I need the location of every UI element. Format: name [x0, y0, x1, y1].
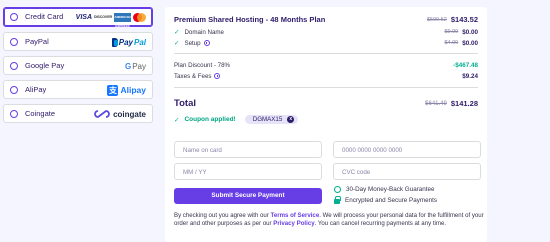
radio-icon[interactable] [10, 38, 18, 46]
coupon-row: ✓ Coupon applied! DGMAX15 x [174, 115, 478, 124]
alipay-logo-text: Alipay [120, 85, 146, 95]
payment-method-alipay[interactable]: AliPay 支 Alipay [3, 80, 153, 99]
coupon-applied-text: Coupon applied! [184, 116, 236, 123]
info-icon[interactable] [214, 73, 221, 79]
radio-icon[interactable] [10, 110, 18, 118]
divider [174, 53, 478, 54]
lock-icon [334, 196, 341, 204]
submit-payment-button[interactable]: Submit Secure Payment [174, 188, 322, 204]
discover-logo: DISCOVER [94, 15, 112, 19]
feature-price: $0.00 [462, 39, 478, 47]
payment-method-label: Google Pay [25, 61, 65, 70]
discount-value: -$467.48 [453, 62, 478, 69]
radio-selected-icon[interactable] [10, 13, 18, 21]
secure-label: Encrypted and Secure Payments [345, 197, 438, 204]
payment-method-label: Credit Card [25, 12, 64, 21]
checkout-page: Credit Card VISA DISCOVER AMERICAN EXPRE… [0, 0, 550, 242]
paypal-logo-text: Pay [118, 37, 133, 47]
paypal-logo-text: Pal [133, 37, 146, 47]
coupon-code-badge: DGMAX15 x [244, 115, 299, 124]
feature-label: Setup [184, 40, 201, 47]
privacy-policy-link[interactable]: Privacy Policy [273, 220, 314, 227]
card-logos: VISA DISCOVER AMERICAN EXPRESS [75, 11, 146, 28]
taxes-row: Taxes & Fees $9.24 [174, 73, 478, 80]
feature-label: Domain Name [184, 29, 224, 36]
secure-payments: Encrypted and Secure Payments [334, 196, 438, 204]
expiry-input[interactable]: MM / YY [174, 163, 322, 180]
paypal-logo: Pay Pal [111, 36, 146, 48]
google-pay-logo: G Pay [125, 60, 146, 72]
payment-method-credit-card[interactable]: Credit Card VISA DISCOVER AMERICAN EXPRE… [3, 7, 153, 28]
order-summary-panel: Premium Shared Hosting - 48 Months Plan … [165, 7, 487, 242]
feature-old-price: $4.99 [444, 40, 459, 46]
plan-row: Premium Shared Hosting - 48 Months Plan … [174, 15, 478, 24]
name-on-card-input[interactable]: Name on card [174, 141, 322, 158]
guarantee-label: 30-Day Money-Back Guarantee [346, 186, 435, 193]
radio-icon[interactable] [10, 62, 18, 70]
discount-row: Plan Discount - 78% -$467.48 [174, 62, 478, 69]
paypal-mark-icon [111, 37, 118, 47]
check-icon: ✓ [174, 40, 180, 47]
payment-method-label: PayPal [25, 37, 49, 46]
legal-text-part: By checking out you agree with our [174, 212, 271, 219]
plan-title: Premium Shared Hosting - 48 Months Plan [174, 15, 326, 24]
visa-logo: VISA [75, 13, 93, 21]
total-old-price: $641.49 [425, 100, 447, 107]
alipay-logo: 支 Alipay [107, 84, 146, 96]
feature-row-domain: ✓ Domain Name $9.99 $0.00 [174, 28, 478, 37]
plan-old-price: $599.52 [426, 16, 447, 23]
cvc-input[interactable]: CVC code [333, 163, 481, 180]
total-price: $141.28 [450, 99, 478, 108]
feature-old-price: $9.99 [444, 29, 459, 35]
remove-coupon-icon[interactable]: x [287, 116, 295, 123]
coupon-code: DGMAX15 [252, 116, 283, 123]
mastercard-logo [133, 12, 146, 22]
taxes-value: $9.24 [462, 73, 478, 80]
info-icon[interactable] [203, 40, 210, 46]
amex-logo: AMERICAN EXPRESS [114, 12, 131, 28]
feature-row-setup: ✓ Setup $4.99 $0.00 [174, 39, 478, 48]
radio-icon[interactable] [10, 86, 18, 94]
legal-text-part: . You can cancel recurring payments at a… [314, 220, 447, 228]
check-icon: ✓ [174, 116, 180, 124]
check-icon: ✓ [174, 29, 180, 36]
discount-label: Plan Discount - 78% [174, 62, 231, 69]
payment-method-coingate[interactable]: Coingate coingate [3, 104, 153, 123]
legal-text: By checking out you agree with our Terms… [174, 212, 484, 229]
google-g-icon: G [124, 61, 132, 71]
terms-of-service-link[interactable]: Terms of Service [271, 212, 320, 219]
coingate-logo: coingate [93, 108, 146, 120]
money-back-guarantee: 30-Day Money-Back Guarantee [334, 186, 435, 193]
gpay-logo-text: Pay [132, 61, 146, 71]
coingate-logo-text: coingate [113, 109, 146, 119]
total-label: Total [174, 98, 196, 109]
taxes-label: Taxes & Fees [174, 73, 212, 80]
total-row: Total $641.49 $141.28 [174, 98, 478, 109]
card-number-input[interactable]: 0000 0000 0000 0000 [333, 141, 481, 158]
payment-method-label: Coingate [25, 109, 56, 118]
alipay-mark-icon: 支 [107, 84, 119, 96]
divider [174, 87, 478, 88]
payment-method-label: AliPay [25, 85, 47, 94]
feature-price: $0.00 [462, 28, 478, 36]
shield-check-icon [334, 186, 341, 193]
payment-method-list: Credit Card VISA DISCOVER AMERICAN EXPRE… [3, 7, 153, 128]
payment-method-paypal[interactable]: PayPal Pay Pal [3, 32, 153, 51]
coingate-mark-icon [94, 110, 110, 118]
plan-price: $143.52 [450, 15, 478, 24]
payment-method-google-pay[interactable]: Google Pay G Pay [3, 56, 153, 75]
